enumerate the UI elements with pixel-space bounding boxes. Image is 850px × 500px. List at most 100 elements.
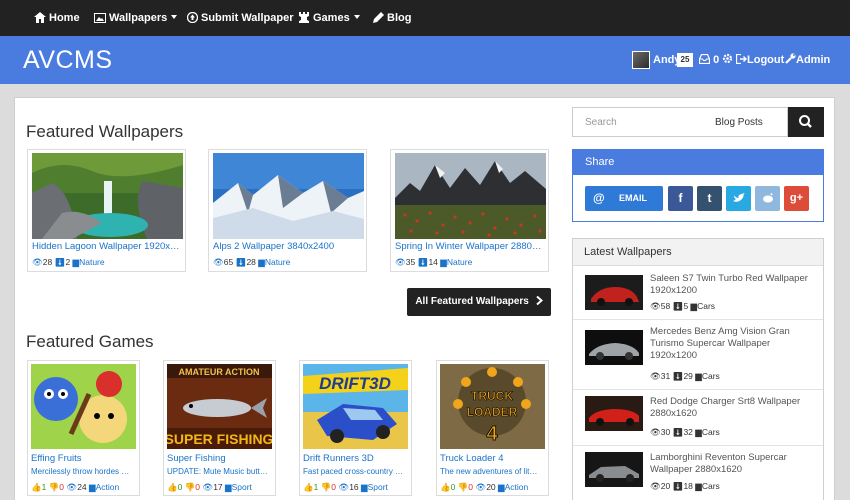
latest-meta: 👁20 ⬇18 ▆Cars xyxy=(650,481,720,492)
messages-link[interactable]: 0 xyxy=(699,36,719,84)
game-card[interactable]: DRIFT3D Drift Runners 3D Fast paced cros… xyxy=(299,360,412,496)
thumbs-up-icon[interactable]: 👍 xyxy=(303,482,314,492)
category-link[interactable]: Nature xyxy=(265,257,291,267)
all-featured-wallpapers-button[interactable]: All Featured Wallpapers xyxy=(407,288,551,316)
latest-thumbnail[interactable] xyxy=(585,330,643,365)
latest-thumbnail[interactable] xyxy=(585,275,643,310)
latest-title[interactable]: Mercedes Benz Amg Vision Gran Turismo Su… xyxy=(650,326,816,362)
latest-thumbnail[interactable] xyxy=(585,396,643,431)
share-reddit-button[interactable] xyxy=(755,186,780,211)
eye-icon: 👁 xyxy=(338,482,350,492)
share-email-label: EMAIL xyxy=(619,193,647,203)
category-link[interactable]: Cars xyxy=(697,301,715,311)
game-card[interactable]: TRUCK LOADER 4 Truck Loader 4 The new ad… xyxy=(436,360,549,496)
thumbs-down-icon[interactable]: 👎 xyxy=(185,482,196,492)
latest-meta: 👁31 ⬇29 ▆Cars xyxy=(650,371,720,382)
download-icon: ⬇ xyxy=(235,257,247,267)
eye-icon: 👁 xyxy=(650,371,661,381)
thumbs-up-icon[interactable]: 👍 xyxy=(31,482,42,492)
wallpaper-meta: 👁28 ⬇2 ▆Nature xyxy=(32,257,105,268)
category-link[interactable]: Cars xyxy=(702,481,720,491)
nav-home[interactable]: Home xyxy=(34,0,80,36)
avatar[interactable] xyxy=(632,51,650,69)
game-card[interactable]: AMATEUR ACTION SUPER FISHING Super Fishi… xyxy=(163,360,276,496)
category-link[interactable]: Cars xyxy=(702,427,720,437)
share-twitter-button[interactable] xyxy=(726,186,751,211)
wallpaper-thumbnail[interactable] xyxy=(213,153,364,239)
wallpaper-card[interactable]: Hidden Lagoon Wallpaper 1920x… 👁28 ⬇2 ▆N… xyxy=(27,149,186,272)
share-google-button[interactable]: g+ xyxy=(784,186,809,211)
likes-count: 1 xyxy=(313,482,319,492)
game-thumbnail[interactable] xyxy=(31,364,136,449)
latest-item[interactable]: Saleen S7 Twin Turbo Red Wallpaper 1920x… xyxy=(573,267,823,320)
latest-thumbnail[interactable] xyxy=(585,452,643,487)
wallpaper-card[interactable]: Spring In Winter Wallpaper 2880… 👁35 ⬇14… xyxy=(390,149,549,272)
share-tumblr-button[interactable]: t xyxy=(697,186,722,211)
notification-badge[interactable]: 25 xyxy=(677,53,693,67)
wallpaper-title[interactable]: Spring In Winter Wallpaper 2880… xyxy=(395,241,546,252)
search-button[interactable] xyxy=(788,107,824,137)
game-thumbnail[interactable]: DRIFT3D xyxy=(303,364,408,449)
nav-submit-label: Submit Wallpaper xyxy=(201,12,294,24)
game-description: UPDATE: Mute Music butt… xyxy=(167,467,268,476)
category-link[interactable]: Sport xyxy=(368,482,388,492)
nav-blog[interactable]: Blog xyxy=(373,0,411,36)
category-link[interactable]: Nature xyxy=(79,257,105,267)
eye-icon: 👁 xyxy=(650,301,661,311)
eye-icon: 👁 xyxy=(395,257,406,267)
game-thumbnail[interactable]: TRUCK LOADER 4 xyxy=(440,364,545,449)
nav-wallpapers[interactable]: Wallpapers xyxy=(94,0,178,36)
thumbs-down-icon[interactable]: 👎 xyxy=(49,482,60,492)
wallpaper-title[interactable]: Alps 2 Wallpaper 3840x2400 xyxy=(213,241,364,252)
wallpaper-thumbnail[interactable] xyxy=(395,153,546,239)
nav-submit-wallpaper[interactable]: Submit Wallpaper xyxy=(187,0,294,36)
sign-out-icon xyxy=(736,54,747,64)
game-title[interactable]: Drift Runners 3D xyxy=(303,453,374,464)
game-meta: 👍0 👎0 👁20 ▆Action xyxy=(440,482,528,493)
nav-games[interactable]: Games xyxy=(298,0,360,36)
latest-item[interactable]: Red Dodge Charger Srt8 Wallpaper 2880x16… xyxy=(573,390,823,446)
latest-item[interactable]: Mercedes Benz Amg Vision Gran Turismo Su… xyxy=(573,320,823,390)
logout-link[interactable]: Logout xyxy=(736,36,784,84)
thumbs-down-icon[interactable]: 👎 xyxy=(458,482,469,492)
category-link[interactable]: Action xyxy=(96,482,120,492)
google-plus-icon: g+ xyxy=(789,192,804,204)
thumbs-up-icon[interactable]: 👍 xyxy=(167,482,178,492)
wrench-icon xyxy=(785,53,796,64)
game-title[interactable]: Super Fishing xyxy=(167,453,226,464)
share-email-button[interactable]: @ EMAIL xyxy=(585,186,663,211)
game-title[interactable]: Effing Fruits xyxy=(31,453,82,464)
search-scope-select[interactable]: Blog Posts xyxy=(702,107,788,137)
latest-title[interactable]: Saleen S7 Twin Turbo Red Wallpaper 1920x… xyxy=(650,273,816,297)
downloads-count: 5 xyxy=(683,301,689,311)
top-navbar: Home Wallpapers Submit Wallpaper Games B… xyxy=(0,0,850,36)
admin-link[interactable]: Admin xyxy=(785,36,830,84)
settings-link[interactable] xyxy=(722,36,733,84)
wallpaper-card[interactable]: Alps 2 Wallpaper 3840x2400 👁65 ⬇28 ▆Natu… xyxy=(208,149,367,272)
latest-title[interactable]: Lamborghini Reventon Supercar Wallpaper … xyxy=(650,452,816,476)
game-description: Fast paced cross-country … xyxy=(303,467,404,476)
latest-title[interactable]: Red Dodge Charger Srt8 Wallpaper 2880x16… xyxy=(650,396,816,420)
nav-home-label: Home xyxy=(49,12,80,24)
wallpaper-thumbnail[interactable] xyxy=(32,153,183,239)
views-count: 28 xyxy=(42,257,53,267)
thumbs-down-icon[interactable]: 👎 xyxy=(321,482,332,492)
search-input[interactable]: Search xyxy=(572,107,703,137)
site-brand[interactable]: AVCMS xyxy=(23,46,113,75)
latest-item[interactable]: Lamborghini Reventon Supercar Wallpaper … xyxy=(573,446,823,500)
wallpaper-title[interactable]: Hidden Lagoon Wallpaper 1920x… xyxy=(32,241,183,252)
game-title[interactable]: Truck Loader 4 xyxy=(440,453,504,464)
game-thumbnail[interactable]: AMATEUR ACTION SUPER FISHING xyxy=(167,364,272,449)
category-link[interactable]: Nature xyxy=(447,257,473,267)
eye-icon: 👁 xyxy=(213,257,224,267)
category-link[interactable]: Sport xyxy=(232,482,252,492)
share-facebook-button[interactable]: f xyxy=(668,186,693,211)
game-card[interactable]: Effing Fruits Mercilessly throw hordes …… xyxy=(27,360,140,496)
tumblr-icon: t xyxy=(707,191,712,205)
category-link[interactable]: Action xyxy=(505,482,529,492)
inbox-icon xyxy=(699,54,710,64)
views-count: 65 xyxy=(223,257,234,267)
dislikes-count: 0 xyxy=(195,482,201,492)
thumbs-up-icon[interactable]: 👍 xyxy=(440,482,451,492)
category-link[interactable]: Cars xyxy=(702,371,720,381)
